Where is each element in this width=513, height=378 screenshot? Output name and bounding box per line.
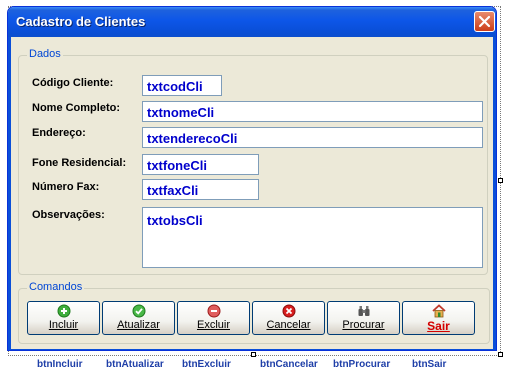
tray-item-btnincluir[interactable]: btnIncluir (37, 359, 83, 370)
cancel-icon (282, 304, 295, 318)
title-bar[interactable]: Cadastro de Clientes (8, 7, 496, 37)
codigo-cliente-field[interactable]: txtcodCli (142, 75, 222, 96)
observacoes-label: Observações: (32, 209, 105, 221)
numero-fax-field[interactable]: txtfaxCli (142, 179, 259, 200)
sair-button[interactable]: Sair (402, 301, 475, 335)
incluir-label: Incluir (48, 319, 79, 331)
resize-handle-corner[interactable] (498, 352, 503, 357)
nome-completo-label: Nome Completo: (32, 102, 120, 114)
tray-item-btnsair[interactable]: btnSair (412, 359, 446, 370)
endereco-field[interactable]: txtenderecoCli (142, 127, 483, 148)
resize-handle-bottom[interactable] (251, 352, 256, 357)
window-title: Cadastro de Clientes (16, 14, 146, 29)
excluir-label: Excluir (196, 319, 230, 331)
close-icon (478, 15, 491, 28)
tray-item-btncancelar[interactable]: btnCancelar (260, 359, 318, 370)
nome-completo-field[interactable]: txtnomeCli (142, 101, 483, 122)
tray-item-btnprocurar[interactable]: btnProcurar (333, 359, 390, 370)
endereco-label: Endereço: (32, 127, 86, 139)
remove-icon (207, 304, 220, 318)
form-window: Cadastro de Clientes Dados Código Client… (7, 6, 497, 351)
dados-legend: Dados (27, 48, 63, 60)
procurar-button[interactable]: Procurar (327, 301, 400, 335)
comandos-legend: Comandos (27, 281, 85, 293)
binoculars-icon (358, 306, 369, 316)
close-button[interactable] (474, 11, 495, 32)
fone-residencial-label: Fone Residencial: (32, 157, 127, 169)
atualizar-button[interactable]: Atualizar (102, 301, 175, 335)
atualizar-label: Atualizar (117, 319, 160, 331)
codigo-cliente-label: Código Cliente: (32, 77, 114, 89)
check-icon (132, 304, 145, 318)
tray-item-btnatualizar[interactable]: btnAtualizar (106, 359, 164, 370)
excluir-button[interactable]: Excluir (177, 301, 250, 335)
sair-label: Sair (427, 319, 450, 333)
resize-handle-right[interactable] (498, 178, 503, 183)
cancelar-label: Cancelar (266, 319, 311, 331)
cancelar-button[interactable]: Cancelar (252, 301, 325, 335)
observacoes-field[interactable]: txtobsCli (142, 207, 483, 268)
tray-item-btnexcluir[interactable]: btnExcluir (182, 359, 231, 370)
procurar-label: Procurar (342, 319, 385, 331)
exit-house-icon (431, 304, 446, 318)
numero-fax-label: Número Fax: (32, 181, 100, 193)
add-icon (57, 304, 70, 318)
fone-residencial-field[interactable]: txtfoneCli (142, 154, 259, 175)
incluir-button[interactable]: Incluir (27, 301, 100, 335)
